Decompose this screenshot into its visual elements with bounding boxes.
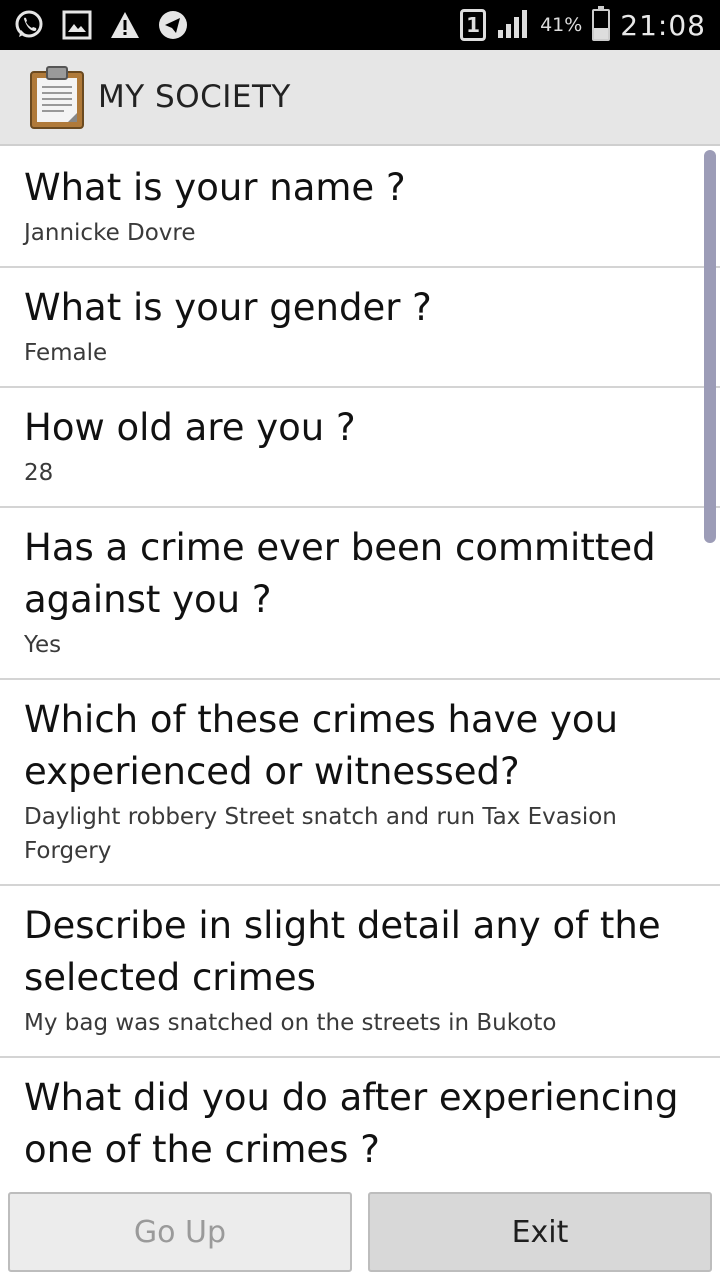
answer-text: Jannicke Dovre	[24, 220, 196, 246]
list-item[interactable]: How old are you ? 28	[0, 388, 720, 508]
list-item[interactable]: Describe in slight detail any of the sel…	[0, 886, 720, 1058]
battery-level	[594, 27, 609, 39]
app-title: MY SOCIETY	[98, 79, 291, 115]
question-text: What is your name ?	[24, 166, 406, 209]
telegram-icon	[156, 8, 190, 42]
clock: 21:08	[620, 8, 706, 42]
list-item[interactable]: What is your gender ? Female	[0, 268, 720, 388]
bottom-bar: Go Up Exit	[0, 1180, 720, 1280]
battery-percent: 41%	[540, 14, 583, 36]
answer-text: Daylight robbery Street snatch and run T…	[24, 804, 617, 864]
image-icon	[60, 8, 94, 42]
warning-icon	[108, 8, 142, 42]
sim-indicator: 1	[460, 9, 487, 41]
survey-list[interactable]: What is your name ? Jannicke Dovre What …	[0, 148, 720, 1180]
answer-text: Yes	[24, 632, 62, 658]
action-bar: MY SOCIETY	[0, 50, 720, 146]
clipboard-icon[interactable]	[28, 64, 86, 130]
question-text: Describe in slight detail any of the sel…	[24, 904, 661, 999]
signal-icon	[496, 8, 530, 42]
list-item[interactable]: What did you do after experiencing one o…	[0, 1058, 720, 1180]
status-bar: 1 41% 21:08	[0, 0, 720, 50]
whatsapp-icon	[12, 8, 46, 42]
question-text: What did you do after experiencing one o…	[24, 1076, 679, 1171]
answer-text: Female	[24, 340, 108, 366]
list-item[interactable]: Has a crime ever been committed against …	[0, 508, 720, 680]
list-item[interactable]: What is your name ? Jannicke Dovre	[0, 148, 720, 268]
answer-text: My bag was snatched on the streets in Bu…	[24, 1010, 557, 1036]
question-text: Has a crime ever been committed against …	[24, 526, 656, 621]
answer-text: 28	[24, 460, 54, 486]
scrollbar[interactable]	[704, 150, 716, 543]
question-text: What is your gender ?	[24, 286, 432, 329]
go-up-button[interactable]: Go Up	[8, 1192, 352, 1272]
exit-button[interactable]: Exit	[368, 1192, 712, 1272]
battery-icon	[592, 6, 611, 41]
list-item[interactable]: Which of these crimes have you experienc…	[0, 680, 720, 886]
question-text: Which of these crimes have you experienc…	[24, 698, 619, 793]
question-text: How old are you ?	[24, 406, 356, 449]
